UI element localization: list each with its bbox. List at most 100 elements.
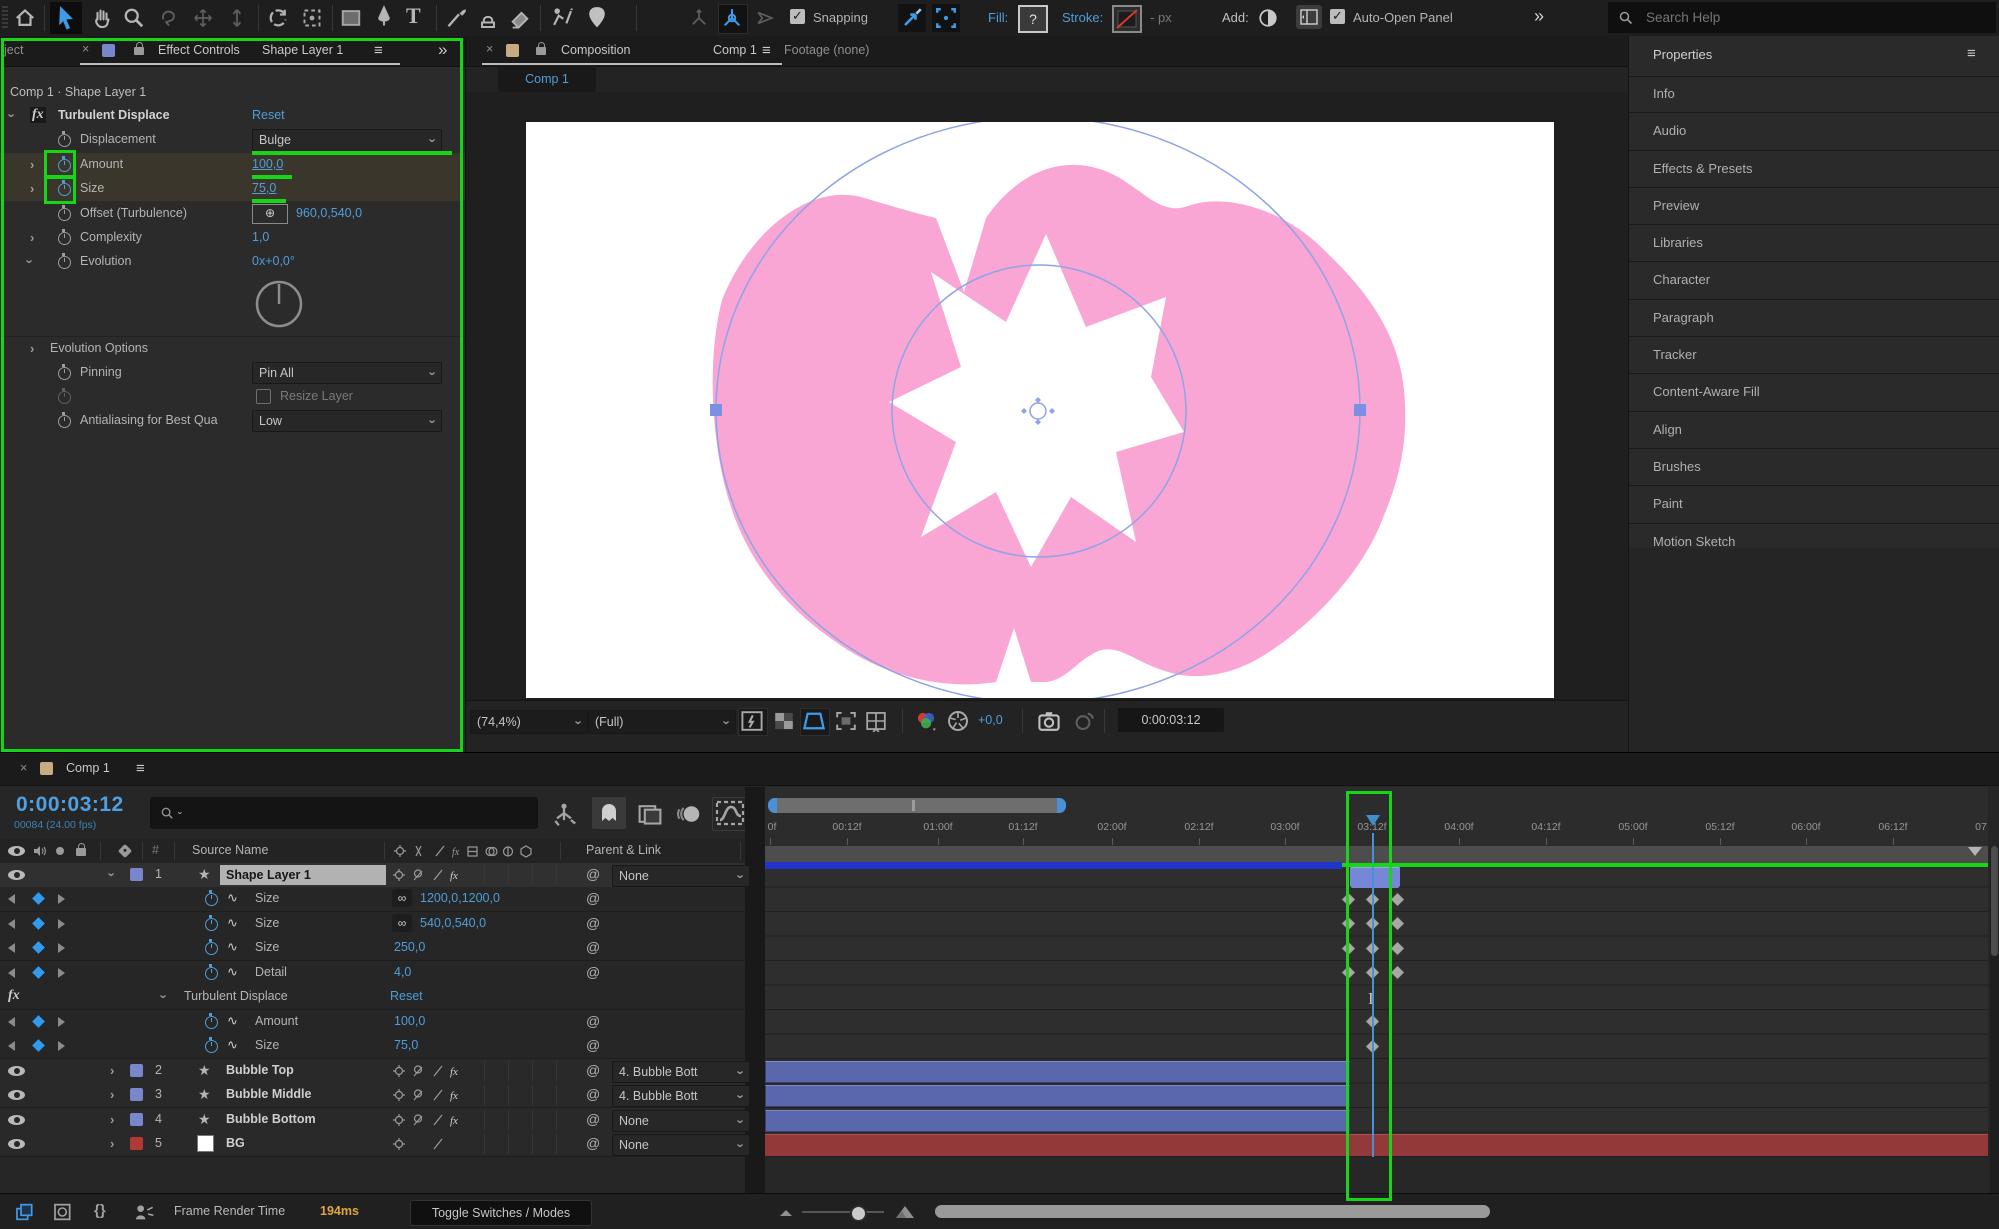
region-of-interest-icon[interactable] — [834, 710, 858, 732]
current-time-display[interactable]: 0:00:03:12 — [16, 793, 124, 817]
index-column-header[interactable]: # — [152, 843, 159, 857]
antialiasing-dropdown[interactable]: Low › — [252, 410, 442, 432]
expand-icon[interactable]: › — [30, 181, 34, 196]
layer-label-swatch[interactable] — [130, 1088, 143, 1101]
pickwhip-icon[interactable]: @ — [586, 1013, 600, 1029]
displacement-dropdown[interactable]: Bulge › — [252, 129, 442, 151]
zoom-tool[interactable] — [122, 6, 146, 30]
toggle-switches-modes-button[interactable]: Toggle Switches / Modes — [410, 1200, 592, 1226]
playhead-head[interactable] — [1366, 815, 1380, 833]
property-row-size-1[interactable]: ∿ Size ∞ 1200,0,1200,0 @ — [0, 887, 745, 912]
snapping-checkbox[interactable] — [790, 8, 805, 29]
effect-controls-tab-title[interactable]: Effect Controls — [158, 43, 240, 57]
layer-switches-icons[interactable] — [392, 1136, 452, 1152]
composition-tab-target[interactable]: Comp 1 — [713, 43, 757, 57]
expand-render-pane-icon[interactable] — [14, 1202, 36, 1222]
panel-overflow-icon[interactable]: » — [438, 40, 447, 60]
selected-layer-bar[interactable] — [765, 862, 1342, 869]
search-filter-chevron-icon[interactable]: › — [176, 812, 186, 815]
stopwatch-icon[interactable] — [205, 890, 218, 906]
source-name-column-header[interactable]: Source Name — [192, 843, 268, 857]
solo-column-icon[interactable] — [56, 847, 64, 855]
property-row-size-3[interactable]: ∿ Size 250,0 @ — [0, 936, 745, 961]
parent-dropdown[interactable]: 4. Bubble Bott › — [612, 1061, 750, 1083]
home-icon[interactable] — [14, 7, 36, 29]
lock-icon[interactable] — [536, 42, 546, 55]
effect-controls-tab-target[interactable]: Shape Layer 1 — [262, 43, 343, 57]
lock-column-icon[interactable] — [76, 843, 86, 856]
selection-tool[interactable] — [50, 2, 82, 34]
property-row-detail[interactable]: ∿ Detail 4,0 @ — [0, 961, 745, 986]
exposure-value[interactable]: +0,0 — [978, 713, 1003, 727]
expand-transfer-pane-icon[interactable] — [52, 1202, 74, 1222]
clone-stamp-tool[interactable] — [476, 6, 500, 30]
property-row-effect-size[interactable]: ∿ Size 75,0 @ — [0, 1034, 745, 1059]
prev-keyframe-icon[interactable] — [8, 1017, 15, 1027]
prev-keyframe-icon[interactable] — [8, 894, 15, 904]
crosshair-button[interactable]: ⊕ — [252, 204, 288, 224]
pickwhip-icon[interactable]: @ — [586, 915, 600, 931]
resize-layer-checkbox[interactable] — [256, 389, 271, 404]
effect-group-name[interactable]: Turbulent Displace — [184, 989, 288, 1003]
effect-reset-button[interactable]: Reset — [390, 989, 423, 1003]
sidebar-item-info[interactable]: Info — [1629, 76, 1999, 114]
pickwhip-icon[interactable]: @ — [586, 1037, 600, 1053]
prev-keyframe-icon[interactable] — [8, 943, 15, 953]
property-row-amount[interactable]: ∿ Amount 100,0 @ — [0, 1010, 745, 1035]
layer-label-swatch[interactable] — [130, 1137, 143, 1150]
toolbar-grip[interactable] — [2, 6, 8, 30]
next-keyframe-icon[interactable] — [58, 919, 65, 929]
graph-icon[interactable]: ∿ — [227, 964, 238, 980]
add-keyframe-icon[interactable] — [32, 966, 45, 979]
layer-row-shape-layer-1[interactable]: › 1 ★ Shape Layer 1 fx @ None › — [0, 863, 750, 888]
pickwhip-icon[interactable]: @ — [586, 939, 600, 955]
brush-tool[interactable] — [444, 5, 468, 31]
expand-icon[interactable]: › — [30, 157, 34, 172]
view-axis-mode-icon[interactable] — [754, 7, 776, 29]
layer-row-bubble-middle[interactable]: › 3 ★ Bubble Middle fx @ 4. Bubble Bott … — [0, 1083, 750, 1108]
expand-layer-icon[interactable]: › — [110, 1063, 114, 1078]
layer-row-bg[interactable]: › 5 BG @ None › — [0, 1132, 750, 1157]
stopwatch-icon[interactable] — [205, 939, 218, 955]
playhead-line[interactable] — [1372, 833, 1374, 1157]
hand-tool[interactable] — [90, 6, 114, 30]
panel-menu-icon[interactable]: ≡ — [1967, 45, 1976, 62]
property-value[interactable]: 100,0 — [394, 1014, 425, 1028]
eye-icon[interactable] — [8, 1115, 25, 1125]
property-value[interactable]: 540,0,540,0 — [420, 916, 486, 930]
close-icon[interactable]: × — [486, 42, 493, 56]
parent-dropdown[interactable]: 4. Bubble Bott › — [612, 1085, 750, 1107]
exposure-icon[interactable] — [946, 709, 970, 733]
add-keyframe-icon[interactable] — [32, 1039, 45, 1052]
expand-icon[interactable]: › — [30, 230, 34, 245]
close-icon[interactable]: × — [82, 42, 89, 56]
graph-icon[interactable]: ∿ — [227, 915, 238, 931]
rotate-behind-tool[interactable] — [158, 7, 180, 29]
prev-keyframe-icon[interactable] — [8, 968, 15, 978]
composition-flowchart-icon[interactable] — [550, 801, 578, 827]
snap-along-edges-icon[interactable] — [898, 4, 926, 32]
timeline-zoom-slider-knob[interactable] — [850, 1205, 867, 1222]
toolbar-overflow-icon[interactable]: » — [1534, 6, 1544, 27]
next-keyframe-icon[interactable] — [58, 968, 65, 978]
graph-icon[interactable]: ∿ — [227, 890, 238, 906]
layer-name[interactable]: Bubble Middle — [226, 1087, 311, 1101]
vertical-scrollbar-thumb[interactable] — [1991, 846, 1998, 956]
stopwatch-icon[interactable] — [205, 964, 218, 980]
eye-icon[interactable] — [8, 1066, 25, 1076]
pickwhip-icon[interactable]: @ — [586, 1135, 600, 1151]
amount-value[interactable]: 100,0 — [252, 157, 283, 171]
rotation-tool[interactable] — [266, 6, 290, 30]
expand-layer-icon[interactable]: › — [110, 1112, 114, 1127]
channels-icon[interactable] — [914, 709, 938, 733]
viewer-tab-comp1[interactable]: Comp 1 — [498, 66, 596, 92]
close-icon[interactable]: × — [20, 761, 27, 775]
layer-row-bubble-bottom[interactable]: › 4 ★ Bubble Bottom fx @ None › — [0, 1108, 750, 1133]
label-column-icon[interactable] — [117, 843, 133, 859]
sidebar-item-paint[interactable]: Paint — [1629, 486, 1999, 524]
render-bell-icon[interactable] — [132, 1202, 156, 1222]
motion-blur-icon[interactable] — [674, 801, 702, 827]
shy-layers-icon[interactable] — [592, 797, 626, 829]
comp-marker-bin-icon[interactable] — [1968, 847, 1982, 863]
layer-name[interactable]: Bubble Top — [226, 1063, 294, 1077]
